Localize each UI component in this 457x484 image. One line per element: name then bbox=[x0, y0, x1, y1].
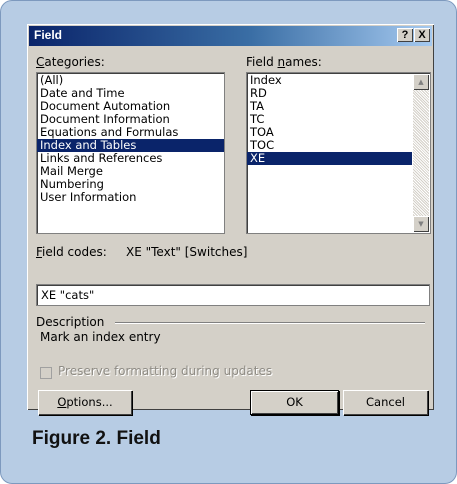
field-name-item[interactable]: TOC bbox=[247, 139, 412, 152]
preserve-formatting-checkbox[interactable] bbox=[40, 367, 52, 379]
field-name-item[interactable]: Index bbox=[247, 74, 412, 87]
field-codes-input[interactable]: XE "cats" bbox=[36, 284, 430, 306]
field-names-listbox[interactable]: Index RD TA TC TOA TOC XE ▲ ▼ bbox=[246, 72, 431, 234]
description-heading: Description bbox=[36, 315, 105, 329]
scroll-down-icon[interactable]: ▼ bbox=[413, 216, 429, 232]
field-names-scrollbar[interactable]: ▲ ▼ bbox=[413, 74, 429, 232]
options-button[interactable]: Options... bbox=[38, 390, 132, 415]
ok-button[interactable]: OK bbox=[250, 390, 339, 415]
description-text: Mark an index entry bbox=[40, 330, 161, 344]
figure-frame: Field ? X Categories: (All) Date and Tim… bbox=[0, 0, 457, 484]
scroll-up-icon[interactable]: ▲ bbox=[413, 74, 429, 90]
field-dialog: Field ? X Categories: (All) Date and Tim… bbox=[27, 24, 434, 415]
field-name-item[interactable]: TA bbox=[247, 100, 412, 113]
description-divider bbox=[115, 322, 425, 324]
field-codes-syntax: XE "Text" [Switches] bbox=[126, 245, 248, 259]
field-names-label: Field names: bbox=[246, 55, 322, 69]
preserve-formatting-label: Preserve formatting during updates bbox=[58, 364, 273, 378]
figure-caption: Figure 2. Field bbox=[32, 428, 161, 449]
title-bar[interactable]: Field ? X bbox=[29, 26, 432, 46]
categories-listbox[interactable]: (All) Date and Time Document Automation … bbox=[36, 72, 225, 234]
field-name-item-selected[interactable]: XE bbox=[247, 152, 412, 165]
close-button[interactable]: X bbox=[414, 28, 430, 42]
window-title: Field bbox=[34, 28, 63, 42]
category-item[interactable]: User Information bbox=[37, 191, 224, 204]
field-name-item[interactable]: RD bbox=[247, 87, 412, 100]
help-button[interactable]: ? bbox=[397, 28, 413, 42]
field-codes-label: Field codes: bbox=[36, 245, 107, 259]
categories-label: Categories: bbox=[36, 55, 105, 69]
cancel-button[interactable]: Cancel bbox=[343, 390, 428, 415]
